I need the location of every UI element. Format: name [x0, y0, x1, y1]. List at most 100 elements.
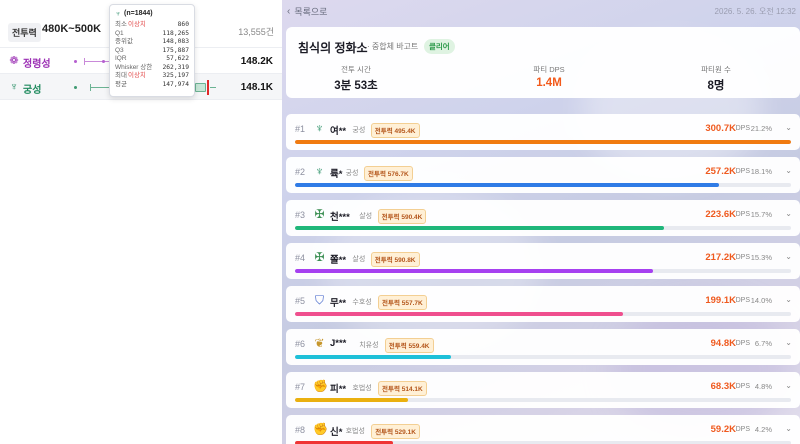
blade-icon: ✠	[314, 250, 325, 264]
chevron-down-icon[interactable]: ⌄	[785, 166, 792, 175]
player-card[interactable]: #4 ✠ 쫄** 살성 전투력 590.8K 217.2K DPS 15.3% ⌄	[286, 243, 800, 279]
damage-share: 6.7%	[754, 339, 772, 348]
tooltip-label-text: 최대	[115, 72, 127, 79]
bow-icon: ♆	[315, 164, 324, 178]
dps-unit: DPS	[735, 168, 750, 175]
class-stats-panel: 전투력 480K~500K 13,555건 ❁ 정령성 148.2K ♆ 궁성 …	[0, 0, 282, 444]
stat-value: 8명	[707, 80, 725, 92]
tooltip-value: 57,622	[166, 55, 189, 62]
blade-icon: ✠	[314, 207, 325, 221]
player-name: 륙*	[330, 169, 343, 180]
player-card[interactable]: #3 ✠ 천*** 살성 전투력 590.4K 223.6K DPS 15.7% ⌄	[286, 200, 800, 236]
combat-power-badge: 전투력 557.7K	[378, 294, 427, 310]
player-class: 궁성	[352, 127, 366, 134]
stat-value: 1.4M	[536, 77, 562, 89]
shield-icon: ⛉	[314, 293, 324, 307]
bow-icon: ♆	[115, 9, 121, 18]
tooltip-row: Whisker 상한 262,319	[115, 64, 189, 73]
player-dps: 257.2K	[705, 166, 736, 177]
chevron-down-icon[interactable]: ⌄	[785, 381, 792, 390]
player-dps: 199.1K	[705, 295, 736, 306]
dps-bar	[295, 355, 452, 359]
player-card[interactable]: #6 ❦ J*** 치유성 전투력 559.4K 94.8K DPS 6.7% ⌄	[286, 329, 800, 365]
player-card[interactable]: #5 ⛉ 무** 수호성 전투력 557.7K 199.1K DPS 14.0% ⌄	[286, 286, 800, 322]
dps-bar	[295, 140, 791, 144]
dungeon-title: 침식의 정화소	[298, 41, 368, 55]
tooltip-label-text: 최소	[115, 21, 127, 28]
combat-power-badge: 전투력 590.4K	[377, 208, 427, 224]
player-rank: #6	[295, 339, 306, 349]
chevron-left-icon: ‹	[287, 6, 291, 17]
top-bar: ‹ 목록으로 2026. 5. 26. 오전 12:32	[282, 0, 800, 22]
player-name: 무**	[330, 298, 347, 309]
tooltip-row: 최대이상치 325,197	[115, 72, 189, 81]
tooltip-rows: 최소이상치 860 Q1 118,265 중위값 148,083 Q3 175,887 IQR 5…	[115, 21, 189, 89]
player-card[interactable]: #7 ✊ 피** 호법성 전투력 514.1K 68.3K DPS 4.8% ⌄	[286, 372, 800, 408]
tooltip-label: 최소이상치	[115, 21, 146, 30]
stat-value: 3분 53초	[334, 80, 378, 92]
player-card[interactable]: #8 ✊ 신* 호법성 전투력 529.1K 59.2K DPS 4.2% ⌄	[286, 415, 800, 444]
player-class: 치유성	[359, 342, 379, 349]
damage-share: 15.7%	[750, 210, 772, 219]
fist-icon: ✊	[313, 422, 328, 436]
tooltip-label-text: Q1	[115, 29, 124, 37]
tooltip-label: 중위값	[115, 38, 133, 47]
tooltip-value: 148,083	[162, 38, 189, 45]
damage-share: 14.0%	[750, 296, 772, 305]
tooltip-label-text: Q3	[115, 46, 124, 54]
combat-power-badge: 전투력 590.8K	[370, 251, 420, 267]
tooltip-value: 175,887	[162, 46, 189, 54]
chevron-down-icon[interactable]: ⌄	[785, 123, 792, 132]
dps-bar	[295, 398, 408, 402]
bow-icon: ♆	[315, 121, 324, 135]
chevron-down-icon[interactable]: ⌄	[785, 252, 792, 261]
boss-name: · 중합체 바고트	[367, 42, 419, 51]
player-rank: #5	[295, 296, 306, 306]
chevron-down-icon[interactable]: ⌄	[785, 424, 792, 433]
player-class: 호법성	[352, 385, 372, 392]
chevron-down-icon[interactable]: ⌄	[785, 209, 792, 218]
whisker	[210, 87, 216, 88]
tooltip-header: ♆ (n=1844)	[115, 9, 189, 18]
player-card[interactable]: #2 ♆ 륙* 궁성 전투력 576.7K 257.2K DPS 18.1% ⌄	[286, 157, 800, 193]
dps-bar-track	[295, 269, 791, 273]
player-class: 수호성	[352, 299, 372, 306]
dps-bar-track	[295, 183, 791, 187]
player-rank: #3	[295, 210, 306, 220]
dps-unit: DPS	[735, 426, 750, 433]
chevron-down-icon[interactable]: ⌄	[785, 338, 792, 347]
player-name: 쫄**	[330, 255, 347, 266]
player-card[interactable]: #1 ♆ 여** 궁성 전투력 495.4K 300.7K DPS 21.2% ⌄	[286, 114, 800, 150]
stat-party-size: 파티원 수 8명	[646, 64, 786, 93]
player-name: 여**	[330, 126, 347, 137]
stat-combat-time: 전투 시간 3분 53초	[286, 64, 426, 93]
tooltip-label-text: IQR	[115, 55, 127, 62]
player-dps: 223.6K	[705, 209, 736, 220]
player-class: 궁성	[345, 170, 359, 177]
dps-bar	[295, 312, 624, 316]
divider	[0, 99, 282, 100]
damage-share: 4.8%	[754, 382, 772, 391]
raid-summary-card: 침식의 정화소 · 중합체 바고트 클리어 전투 시간 3분 53초 파티 DP…	[286, 27, 800, 98]
player-name: J***	[330, 338, 347, 349]
player-class: 호법성	[345, 428, 365, 435]
tooltip-label: Q1	[115, 30, 124, 39]
tooltip-label: Q3	[115, 47, 124, 56]
player-dps: 59.2K	[710, 424, 736, 435]
dps-bar-track	[295, 226, 791, 230]
player-dps: 94.8K	[710, 338, 736, 349]
damage-share: 15.3%	[750, 253, 772, 262]
combat-power-badge: 전투력 576.7K	[364, 165, 413, 181]
class-name: 정령성	[23, 59, 51, 70]
stat-label: 전투 시간	[341, 65, 371, 74]
stat-label: 파티 DPS	[533, 65, 565, 74]
dps-bar	[295, 226, 665, 230]
chevron-down-icon[interactable]: ⌄	[785, 295, 792, 304]
dps-bar	[295, 183, 720, 187]
back-to-list-button[interactable]: ‹ 목록으로	[287, 5, 327, 18]
tooltip-row: Q1 118,265	[115, 30, 189, 39]
tooltip-label-text: Whisker 상한	[115, 63, 153, 71]
filter-chip[interactable]: 전투력	[8, 23, 41, 42]
dps-unit: DPS	[735, 383, 750, 390]
tooltip-label: IQR	[115, 55, 127, 64]
